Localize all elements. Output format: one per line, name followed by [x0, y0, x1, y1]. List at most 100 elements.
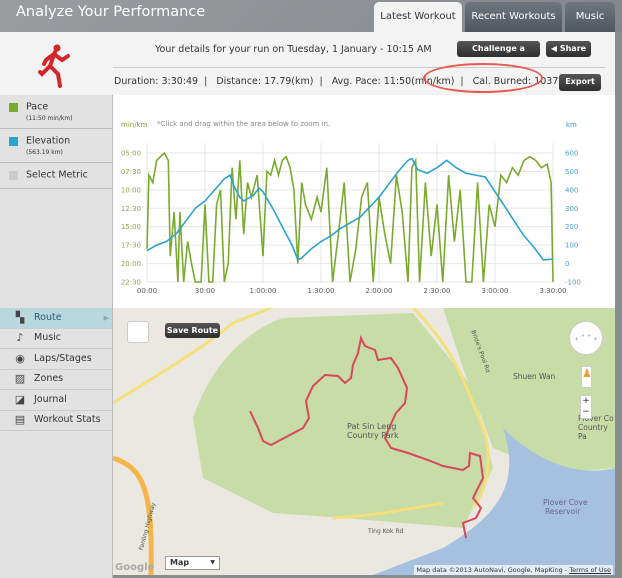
summary-panel: Your details for your run on Tuesday, 1 …: [0, 32, 615, 95]
map-type-select[interactable]: Map ▼: [165, 556, 220, 570]
share-button[interactable]: ◀ Share: [546, 41, 591, 57]
zoom-out-button[interactable]: −: [581, 407, 591, 418]
pace-color-swatch: [9, 102, 18, 112]
left-axis-label: min/km: [121, 121, 148, 129]
right-axis-label: km: [566, 121, 577, 129]
y-right-tick: 500: [565, 168, 578, 176]
y-left-tick: 10:00: [121, 186, 141, 194]
tab-music[interactable]: Music: [565, 2, 615, 32]
terms-link[interactable]: Terms of Use: [569, 566, 611, 574]
pan-control[interactable]: ‹ ˄ ˅ ›: [569, 321, 603, 355]
nav-label: Zones: [34, 373, 64, 385]
zoom-in-button[interactable]: +: [581, 396, 591, 407]
export-button[interactable]: Export: [559, 74, 601, 91]
y-left-tick: 05:00: [121, 150, 141, 158]
metric-pace[interactable]: Pace (11:50 min/km): [0, 95, 112, 129]
stopwatch-icon: ◉: [15, 351, 25, 365]
attribution-text: Map data ©2013 AutoNavi, Google, MapKing…: [416, 566, 568, 574]
zoom-control[interactable]: + −: [580, 395, 592, 419]
caret-right-icon: ▶: [103, 313, 109, 322]
nav-route[interactable]: ▚ Route ▶: [0, 308, 112, 329]
nav-label: Journal: [34, 393, 67, 405]
map-tiles: [113, 308, 615, 575]
nav-zones[interactable]: ▨ Zones: [0, 370, 112, 390]
y-left-tick: 07:30: [121, 168, 141, 176]
metric-name: Elevation: [26, 135, 71, 147]
nav-workout-stats[interactable]: ▤ Workout Stats: [0, 411, 112, 431]
duration: Duration: 3:30:49: [114, 76, 199, 87]
nav-label: Workout Stats: [34, 414, 101, 426]
x-tick: 3:30:00: [540, 287, 567, 295]
y-left-tick: 20:00: [121, 260, 141, 268]
map-label: Pat Sin Leng: [347, 422, 397, 431]
runner-icon: [38, 44, 70, 88]
performance-chart[interactable]: min/km *Click and drag within the area b…: [113, 95, 615, 308]
x-tick: 2:30:00: [424, 287, 451, 295]
pace-series-line: [146, 151, 554, 283]
route-map-icon: ▚: [15, 310, 25, 324]
nav-journal[interactable]: ◪ Journal: [0, 390, 112, 411]
map-type-value: Map: [170, 558, 190, 567]
dropdown-arrow-icon: ▼: [210, 559, 215, 566]
app-header: Analyze Your Performance Latest Workout …: [0, 0, 622, 32]
y-right-tick: 100: [565, 242, 578, 250]
page-title: Analyze Your Performance: [16, 4, 206, 20]
share-label: Share: [559, 44, 587, 53]
highlight-circle: [423, 63, 543, 93]
tab-latest-workout[interactable]: Latest Workout: [374, 2, 462, 32]
nav-label: Music: [34, 332, 62, 344]
metric-name: Pace: [26, 101, 49, 113]
y-right-tick: 0: [565, 260, 569, 268]
map-label: Country Pa: [578, 423, 608, 441]
run-details: Your details for your run on Tuesday, 1 …: [155, 44, 432, 55]
x-tick: 00:00: [137, 287, 157, 295]
metric-name: Select Metric: [26, 169, 88, 181]
y-right-tick: 200: [565, 223, 578, 231]
map-label: Plover Cove: [543, 498, 588, 507]
map-label: Shuen Wan: [513, 372, 556, 381]
map-label: Ting Kok Rd: [368, 528, 404, 535]
y-left-tick: 22:30: [121, 279, 141, 287]
stats-icon: ▤: [14, 413, 26, 427]
y-right-tick: 600: [565, 150, 578, 158]
nav-music[interactable]: ♪ Music: [0, 329, 112, 349]
music-note-icon: ♪: [16, 331, 24, 345]
challenge-friend-button[interactable]: Challenge a Friend: [457, 41, 540, 69]
sidebar: Pace (11:50 min/km) Elevation (563.19 km) …: [0, 95, 113, 578]
journal-icon: ◪: [14, 392, 26, 406]
y-left-tick: 15:00: [121, 223, 141, 231]
select-metric[interactable]: Select Metric: [0, 163, 112, 189]
distance: Distance: 17.79(km): [216, 76, 314, 87]
street-view-pegman-icon[interactable]: ♟: [581, 366, 592, 388]
zoom-hint: *Click and drag within the area below to…: [157, 120, 330, 128]
elevation-color-swatch: [9, 136, 18, 146]
x-tick: 2:00:00: [366, 287, 393, 295]
y-left-tick: 12:30: [121, 205, 141, 213]
x-tick: 3:00:00: [482, 287, 509, 295]
metric-color-swatch: [9, 170, 18, 180]
metric-value: (563.19 km): [26, 149, 63, 156]
divider: [113, 67, 606, 68]
map-attribution: Map data ©2013 AutoNavi, Google, MapKing…: [414, 565, 613, 575]
x-tick: 1:00:00: [250, 287, 277, 295]
fullscreen-button[interactable]: [127, 321, 149, 343]
route-map[interactable]: Pat Sin Leng Country Park Shuen Wan Plov…: [113, 308, 615, 575]
google-logo: Google: [115, 562, 155, 573]
save-route-button[interactable]: Save Route: [165, 323, 220, 338]
metric-value: (11:50 min/km): [26, 115, 73, 122]
y-right-tick: -100: [565, 279, 581, 287]
tab-recent-workouts[interactable]: Recent Workouts: [465, 2, 562, 32]
megaphone-icon: ◀: [550, 44, 560, 53]
y-right-tick: 400: [565, 186, 578, 194]
nav-laps-stages[interactable]: ◉ Laps/Stages: [0, 349, 112, 370]
x-tick: 1:30:00: [308, 287, 335, 295]
sidebar-nav: ▚ Route ▶ ♪ Music ◉ Laps/Stages ▨ Zones ◪ Jour…: [0, 308, 112, 431]
y-left-tick: 17:30: [121, 242, 141, 250]
map-label: Country Park: [347, 431, 399, 440]
map-label: Reservoir: [545, 507, 581, 516]
nav-label: Laps/Stages: [34, 352, 92, 364]
zones-icon: ▨: [14, 372, 26, 386]
x-tick: 30:00: [195, 287, 215, 295]
metric-elevation[interactable]: Elevation (563.19 km): [0, 129, 112, 163]
nav-label: Route: [34, 311, 62, 323]
